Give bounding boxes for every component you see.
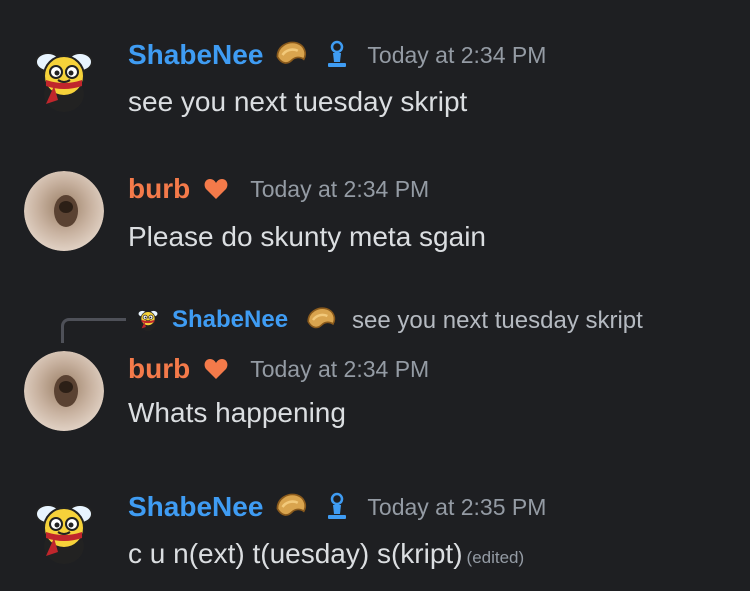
reply-username[interactable]: ShabeNee (172, 306, 288, 334)
username[interactable]: burb (128, 353, 190, 385)
message-text: see you next tuesday skript (128, 86, 468, 117)
timestamp[interactable]: Today at 2:34 PM (250, 176, 429, 203)
avatar[interactable] (24, 492, 104, 572)
reply-preview[interactable]: ShabeNee see you next tuesday skript (0, 300, 750, 343)
message: ShabeNee Today at 2:35 PM c u n(ext) t(u… (0, 482, 750, 582)
message-header: ShabeNee Today at 2:34 PM (128, 38, 546, 72)
message: ShabeNee Today at 2:34 PM see you next t… (0, 30, 750, 130)
chess-pawn-icon[interactable] (325, 40, 349, 70)
message-text: Please do skunty meta sgain (128, 221, 486, 252)
message-text: c u n(ext) t(uesday) s(kript) (edited) (128, 538, 524, 570)
avatar[interactable] (24, 40, 104, 120)
message-text: Whats happening (128, 397, 346, 428)
timestamp[interactable]: Today at 2:34 PM (250, 356, 429, 383)
message-header: burb Today at 2:34 PM (128, 173, 429, 205)
edited-label[interactable]: (edited) (467, 548, 525, 567)
heart-icon (204, 358, 228, 380)
timestamp[interactable]: Today at 2:35 PM (367, 494, 546, 521)
username[interactable]: ShabeNee (128, 39, 263, 71)
message: burb Today at 2:34 PM Whats happening (0, 345, 750, 445)
bee-avatar-icon (134, 306, 162, 334)
bee-avatar-icon (24, 492, 104, 572)
chess-pawn-icon[interactable] (325, 492, 349, 522)
reply-text[interactable]: see you next tuesday skript (352, 307, 643, 335)
timestamp[interactable]: Today at 2:34 PM (367, 42, 546, 69)
heart-icon (204, 178, 228, 200)
fortune-cookie-icon (271, 490, 311, 524)
fortune-cookie-icon (302, 304, 340, 336)
message: burb Today at 2:34 PM Please do skunty m… (0, 165, 750, 265)
burb-avatar-icon (24, 171, 104, 251)
username[interactable]: ShabeNee (128, 491, 263, 523)
bee-avatar-icon (24, 40, 104, 120)
avatar[interactable] (24, 351, 104, 431)
message-body: c u n(ext) t(uesday) s(kript) (128, 538, 463, 569)
fortune-cookie-icon (271, 38, 311, 72)
burb-avatar-icon (24, 351, 104, 431)
reply-connector (61, 318, 126, 343)
username[interactable]: burb (128, 173, 190, 205)
message-header: burb Today at 2:34 PM (128, 353, 429, 385)
avatar[interactable] (24, 171, 104, 251)
message-header: ShabeNee Today at 2:35 PM (128, 490, 546, 524)
